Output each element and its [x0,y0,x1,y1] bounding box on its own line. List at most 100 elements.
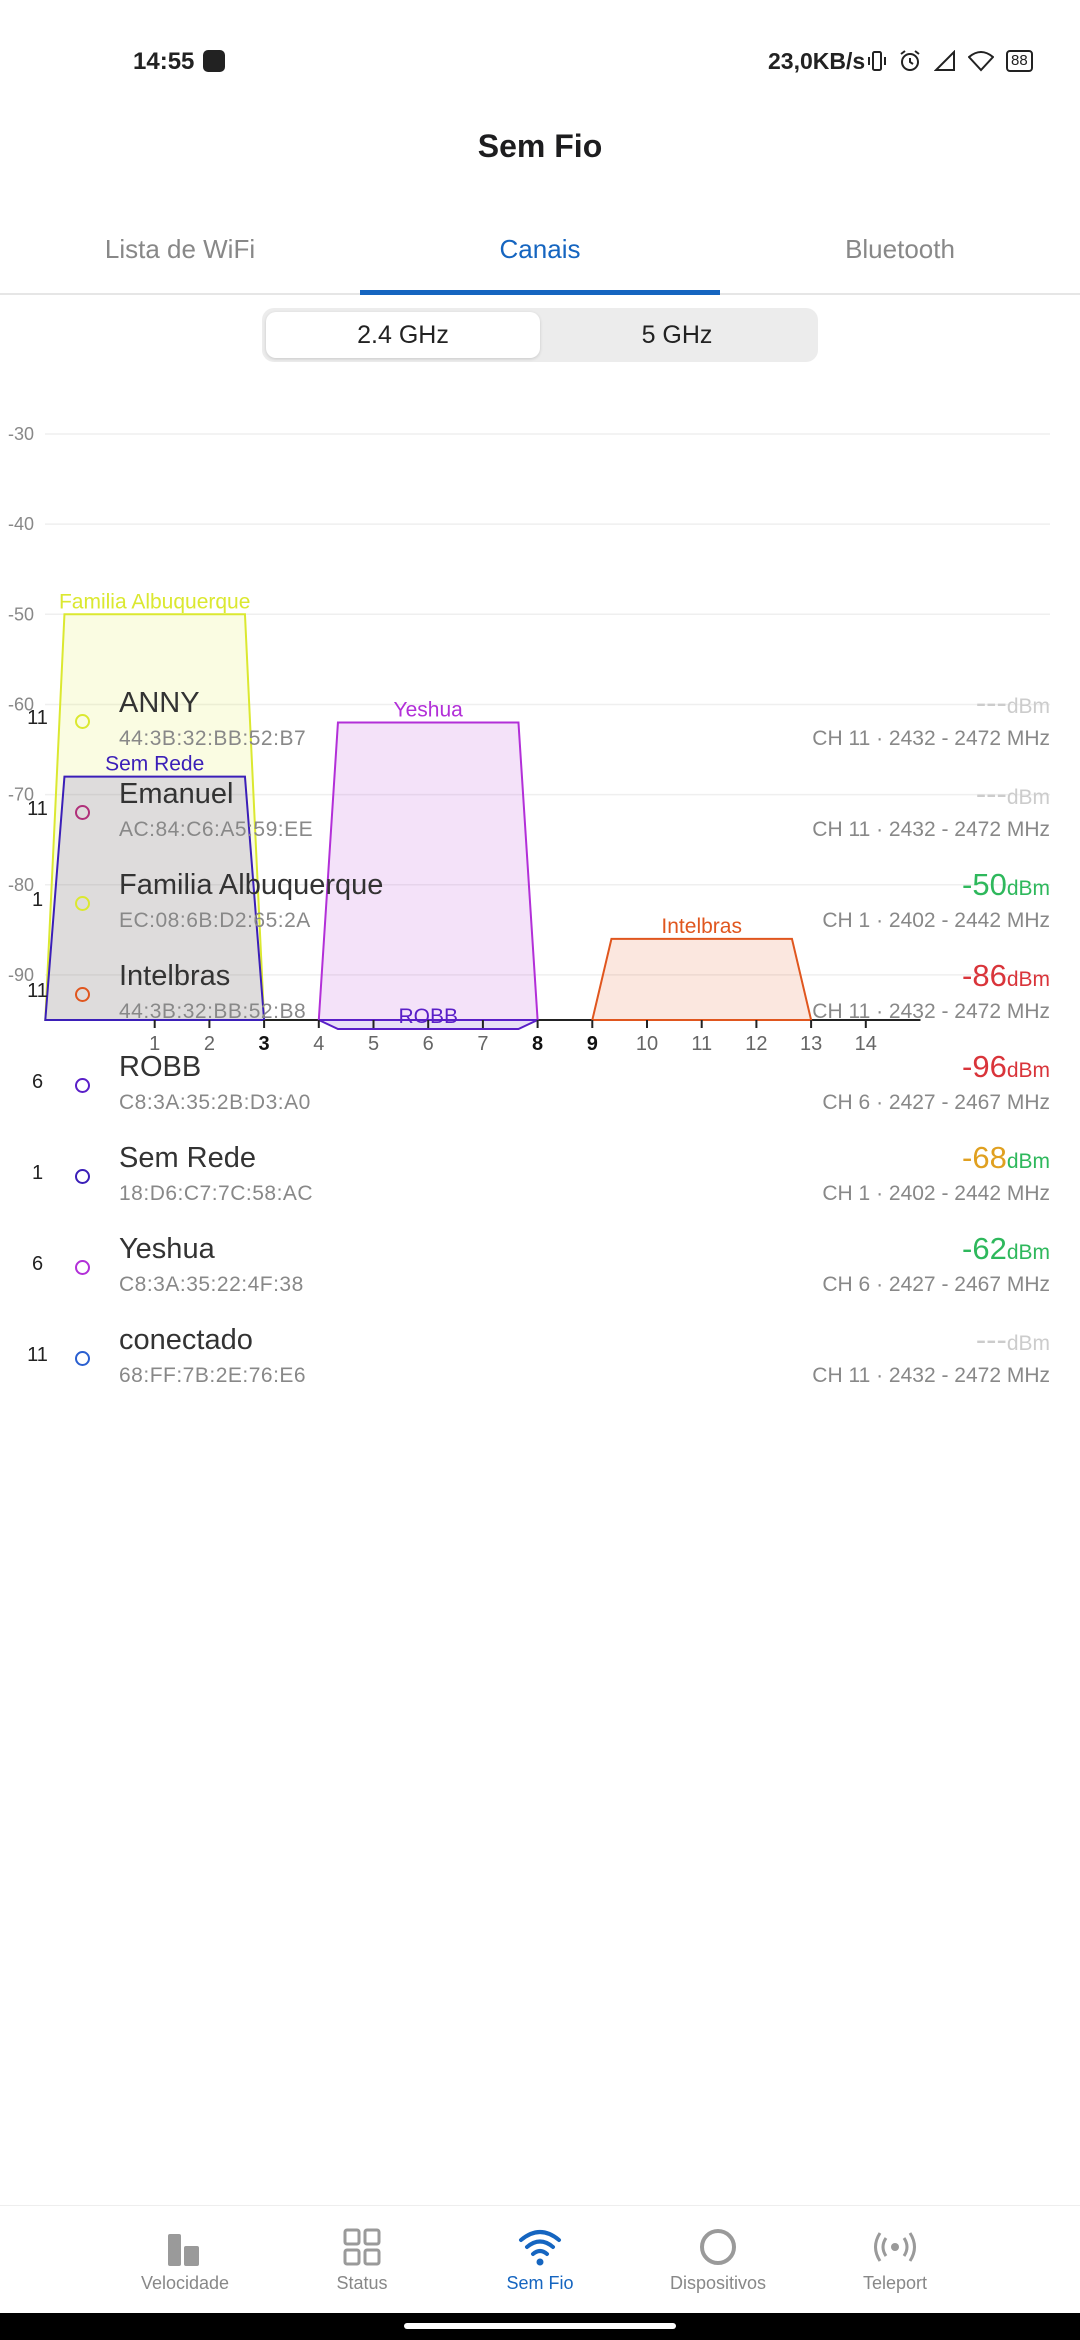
network-speed: 23,0KB/s [768,48,866,74]
signal-value: -96 [962,1049,1007,1084]
wifi-icon [519,2230,561,2266]
nav-label: Status [336,2273,388,2293]
gesture-handle[interactable] [404,2323,676,2329]
status-bar: 14:55 23,0KB/s 88 [0,0,1080,125]
tab-bluetooth[interactable]: Bluetooth [720,205,1080,293]
network-name: Intelbras [119,960,231,992]
network-frequency: CH 11 · 2432 - 2472 MHz [812,1000,1050,1023]
network-mac: AC:84:C6:A5:59:EE [119,818,314,841]
network-frequency: CH 11 · 2432 - 2472 MHz [812,818,1050,841]
network-mac: 18:D6:C7:7C:58:AC [119,1182,314,1205]
network-signal: ---dBm [976,685,1050,721]
network-row[interactable]: 11 ANNY 44:3B:32:BB:52:B7 ---dBm CH 11 · 243… [0,677,1080,768]
network-channel: 6 [31,1071,44,1093]
tab-wifi-list[interactable]: Lista de WiFi [0,205,360,293]
signal-value: -86 [962,958,1007,993]
status-icons: 88 [868,46,1033,76]
signal-unit: dBm [1006,786,1050,809]
network-color-dot [75,714,90,729]
network-frequency: CH 1 · 2402 - 2442 MHz [822,909,1050,932]
network-channel: 1 [31,889,44,911]
signal-value: --- [975,776,1007,811]
network-mac: 68:FF:7B:2E:76:E6 [119,1364,307,1387]
network-signal: -62dBm [962,1231,1050,1267]
network-row[interactable]: 1 Familia Albuquerque EC:08:6B:D2:65:2A -50… [0,859,1080,950]
wifi-icon [968,51,994,72]
bottom-navigation: Velocidade Status Sem Fio Dispositivos T… [0,2205,1080,2314]
signal-unit: dBm [1006,877,1050,900]
vibrate-icon [868,51,886,71]
network-name: ROBB [119,1051,202,1083]
network-color-dot [75,896,90,911]
band-2-4ghz-option[interactable]: 2.4 GHz [266,312,540,358]
network-row[interactable]: 6 ROBB C8:3A:35:2B:D3:A0 -96dBm CH 6 · 2427 … [0,1041,1080,1132]
network-mac: 44:3B:32:BB:52:B7 [119,727,307,750]
channel-band-label: Familia Albuquerque [59,590,250,613]
network-channel: 11 [27,1344,48,1366]
tab-channels[interactable]: Canais [360,205,720,293]
signal-unit: dBm [1006,1150,1050,1173]
network-signal: -96dBm [962,1049,1050,1085]
nav-velocidade[interactable]: Velocidade [110,2206,260,2314]
network-name: Familia Albuquerque [119,869,384,901]
network-color-dot [75,987,90,1002]
signal-unit: dBm [1006,1241,1050,1264]
network-name: Sem Rede [119,1142,257,1174]
signal-unit: dBm [1006,695,1050,718]
page-title: Sem Fio [477,128,603,164]
signal-value: -62 [962,1231,1007,1266]
signal-unit: dBm [1006,1059,1050,1082]
network-row[interactable]: 11 conectado 68:FF:7B:2E:76:E6 ---dBm CH 11 … [0,1314,1080,1405]
network-frequency: CH 6 · 2427 - 2467 MHz [822,1091,1050,1114]
nav-label: Velocidade [140,2273,230,2293]
nav-sem-fio[interactable]: Sem Fio [465,2206,615,2314]
network-channel: 6 [31,1253,44,1275]
network-mac: C8:3A:35:2B:D3:A0 [119,1091,311,1114]
network-signal: -86dBm [962,958,1050,994]
network-channel: 11 [27,798,48,820]
nav-label: Teleport [862,2273,928,2293]
network-color-dot [75,1351,90,1366]
active-tab-indicator [360,290,720,295]
y-tick-label: -30 [8,424,34,444]
network-name: ANNY [119,687,200,719]
network-signal: -68dBm [962,1140,1050,1176]
network-name: Yeshua [119,1233,215,1265]
band-5ghz-option[interactable]: 5 GHz [540,312,814,358]
nav-dispositivos[interactable]: Dispositivos [643,2206,793,2314]
nav-status[interactable]: Status [287,2206,437,2314]
network-row[interactable]: 11 Intelbras 44:3B:32:BB:52:B8 -86dBm CH 11 … [0,950,1080,1041]
speed-bars-icon [168,2234,199,2266]
signal-value: --- [975,1322,1007,1357]
network-row[interactable]: 11 Emanuel AC:84:C6:A5:59:EE ---dBm CH 11 · … [0,768,1080,859]
notification-app-icon [203,50,225,72]
network-color-dot [75,805,90,820]
network-frequency: CH 1 · 2402 - 2442 MHz [822,1182,1050,1205]
network-frequency: CH 11 · 2432 - 2472 MHz [812,727,1050,750]
network-frequency: CH 11 · 2432 - 2472 MHz [812,1364,1050,1387]
alarm-icon [900,50,920,71]
network-name: conectado [119,1324,253,1356]
nav-teleport[interactable]: Teleport [820,2206,970,2314]
signal-unit: dBm [1006,968,1050,991]
signal-value: -68 [962,1140,1007,1175]
tab-bar: Lista de WiFi Canais Bluetooth [0,205,1080,295]
circle-icon [700,2229,736,2265]
signal-value: -50 [962,867,1007,902]
signal-icon [934,50,955,71]
network-channel: 11 [27,707,48,729]
signal-unit: dBm [1006,1332,1050,1355]
signal-value: --- [975,685,1007,720]
teleport-icon [874,2232,916,2262]
network-signal: ---dBm [976,776,1050,812]
y-tick-label: -50 [8,604,34,624]
network-name: Emanuel [119,778,234,810]
network-color-dot [75,1260,90,1275]
network-row[interactable]: 6 Yeshua C8:3A:35:22:4F:38 -62dBm CH 6 · 242… [0,1223,1080,1314]
grid-icon [343,2228,381,2266]
network-row[interactable]: 1 Sem Rede 18:D6:C7:7C:58:AC -68dBm CH 1 · 2… [0,1132,1080,1223]
status-time: 14:55 [133,48,195,75]
y-tick-label: -40 [8,514,34,534]
network-signal: -50dBm [962,867,1050,903]
network-mac: 44:3B:32:BB:52:B8 [119,1000,307,1023]
